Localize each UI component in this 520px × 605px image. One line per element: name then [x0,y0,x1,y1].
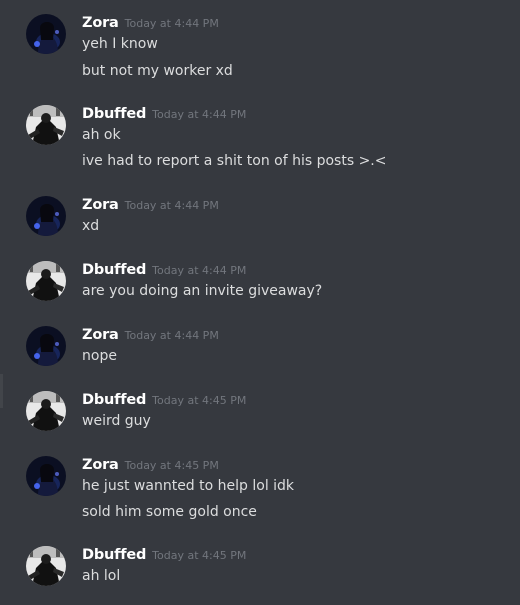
message-header: Zora Today at 4:44 PM [82,194,219,214]
timestamp: Today at 4:44 PM [124,17,219,30]
message-header: Zora Today at 4:44 PM [82,324,219,344]
message-header: Zora Today at 4:44 PM [82,12,219,32]
message-text: ive had to report a shit ton of his post… [82,153,387,169]
message-text: sold him some gold once [82,504,257,520]
zora-avatar[interactable] [26,196,66,236]
username[interactable]: Zora [82,197,119,213]
message-text: nope [82,348,117,364]
message-text: ah lol [82,568,121,584]
username[interactable]: Zora [82,457,119,473]
scroll-edge-marker [0,374,3,408]
zora-avatar[interactable] [26,456,66,496]
message-text: weird guy [82,413,151,429]
message-header: Dbuffed Today at 4:45 PM [82,544,246,564]
message-text: yeh I know [82,36,158,52]
message-header: Dbuffed Today at 4:45 PM [82,389,246,409]
timestamp: Today at 4:45 PM [152,394,247,407]
timestamp: Today at 4:44 PM [124,329,219,342]
zora-avatar[interactable] [26,326,66,366]
message-text: ah ok [82,127,121,143]
timestamp: Today at 4:44 PM [152,264,247,277]
timestamp: Today at 4:45 PM [152,549,247,562]
message-header: Dbuffed Today at 4:44 PM [82,103,246,123]
timestamp: Today at 4:44 PM [124,199,219,212]
message-text: he just wannted to help lol idk [82,478,295,494]
username[interactable]: Dbuffed [82,392,146,408]
message-text: are you doing an invite giveaway? [82,283,323,299]
zora-avatar[interactable] [26,14,66,54]
username[interactable]: Zora [82,327,119,343]
message-header: Dbuffed Today at 4:44 PM [82,259,246,279]
chat-message-list: Zora Today at 4:44 PM yeh I know but not … [0,0,520,605]
message-text: but not my worker xd [82,63,233,79]
message-text: xd [82,218,100,234]
message-header: Zora Today at 4:45 PM [82,454,219,474]
timestamp: Today at 4:44 PM [152,108,247,121]
dbuffed-avatar[interactable] [26,391,66,431]
username[interactable]: Zora [82,15,119,31]
username[interactable]: Dbuffed [82,106,146,122]
dbuffed-avatar[interactable] [26,546,66,586]
dbuffed-avatar[interactable] [26,105,66,145]
dbuffed-avatar[interactable] [26,261,66,301]
timestamp: Today at 4:45 PM [124,459,219,472]
username[interactable]: Dbuffed [82,547,146,563]
username[interactable]: Dbuffed [82,262,146,278]
